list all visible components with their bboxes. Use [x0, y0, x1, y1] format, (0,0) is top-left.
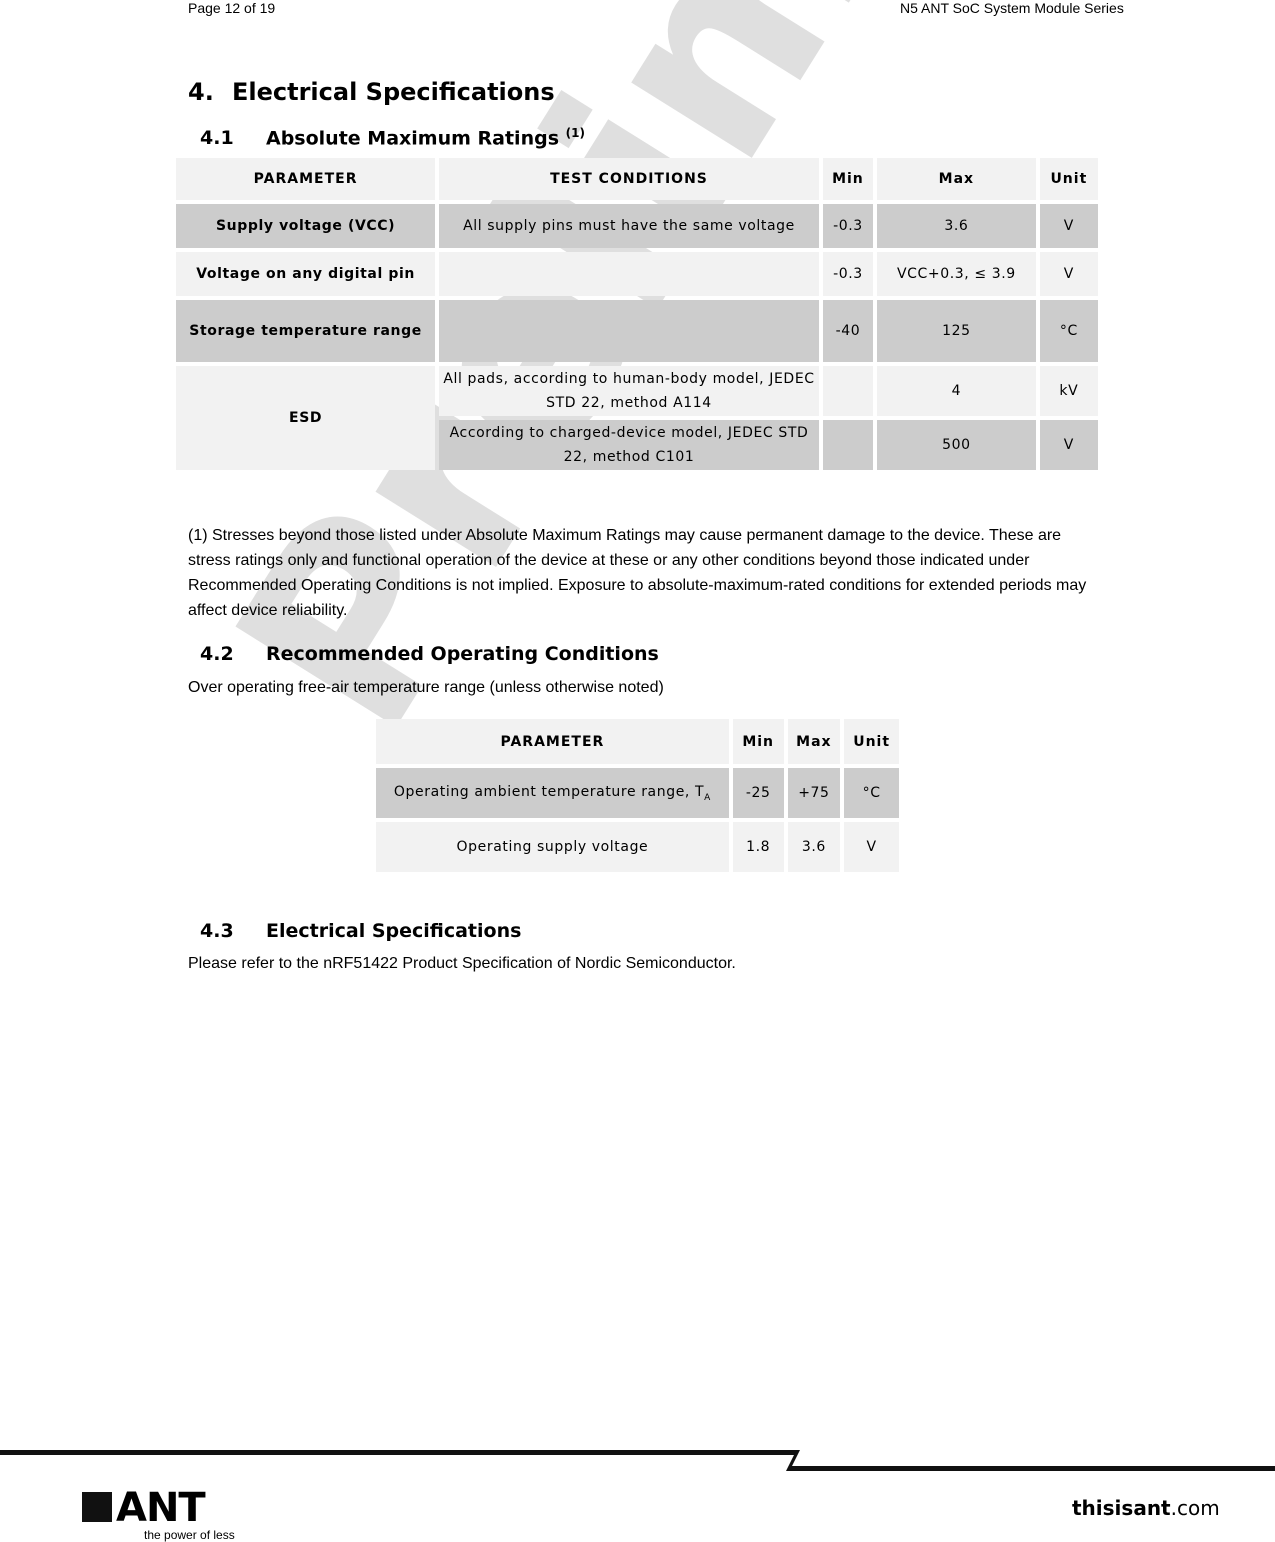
section-heading-4: 4. Electrical Specifications: [188, 78, 555, 106]
website-link[interactable]: thisisant.com: [1072, 1496, 1220, 1520]
section-text: Please refer to the nRF51422 Product Spe…: [188, 955, 736, 972]
absolute-max-ratings-table: PARAMETER TEST CONDITIONS Min Max Unit S…: [172, 154, 1102, 474]
section-subtitle: Over operating free-air temperature rang…: [188, 679, 664, 696]
section-heading-4-3: 4.3 Electrical Specifications: [200, 920, 522, 942]
section-heading-4-1: 4.1 Absolute Maximum Ratings (1): [200, 126, 585, 150]
table-row: ESD All pads, according to human-body mo…: [176, 366, 1098, 470]
footer-divider-shape: [0, 1450, 1275, 1471]
table-row: Storage temperature range -40 125 °C: [176, 300, 1098, 362]
table-header-row: PARAMETER TEST CONDITIONS Min Max Unit: [176, 158, 1098, 200]
recommended-conditions-table: PARAMETER Min Max Unit Operating ambient…: [372, 715, 903, 876]
section-heading-4-2: 4.2 Recommended Operating Conditions: [200, 643, 659, 665]
table-row: Operating supply voltage 1.8 3.6 V: [376, 822, 899, 872]
table-row: Supply voltage (VCC) All supply pins mus…: [176, 204, 1098, 248]
document-title: N5 ANT SoC System Module Series: [900, 0, 1124, 16]
ant-logo-icon: [82, 1492, 112, 1522]
ant-logo: ANT the power of less: [82, 1488, 235, 1542]
footer-divider: [0, 1450, 1275, 1471]
footnote: (1) Stresses beyond those listed under A…: [188, 527, 1087, 619]
page-number: Page 12 of 19: [188, 0, 276, 16]
table-row: Operating ambient temperature range, TA …: [376, 768, 899, 818]
table-row: Voltage on any digital pin -0.3 VCC+0.3,…: [176, 252, 1098, 296]
table-header-row: PARAMETER Min Max Unit: [376, 719, 899, 764]
